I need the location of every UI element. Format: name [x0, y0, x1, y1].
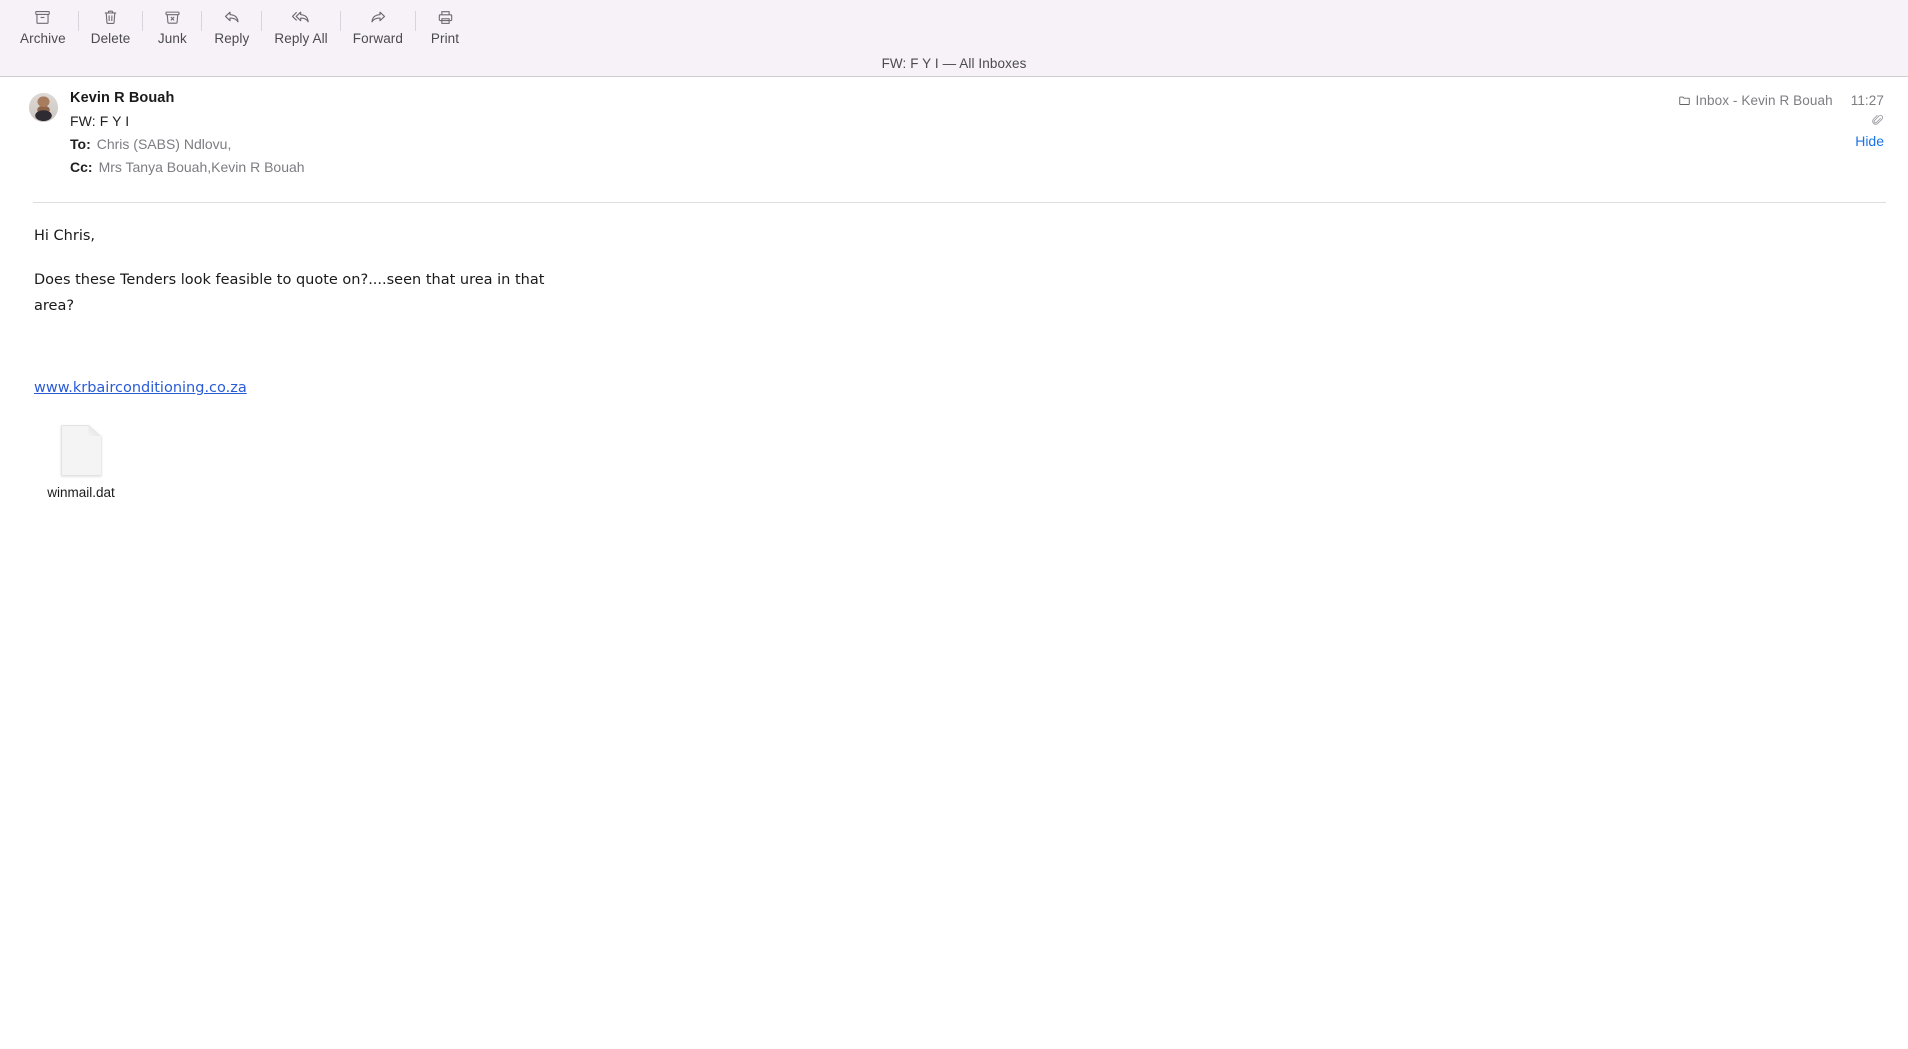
forward-arrow-icon	[368, 6, 388, 28]
message-subject: FW: F Y I	[70, 112, 130, 129]
mailbox-indicator: Inbox - Kevin R Bouah	[1678, 93, 1833, 108]
folder-icon	[1678, 94, 1691, 107]
avatar-photo	[29, 93, 58, 122]
printer-icon	[436, 6, 455, 28]
cc-label: Cc:	[70, 158, 93, 175]
message-header-row: Kevin R Bouah FW: F Y I To: Chris (SABS) …	[0, 91, 1908, 183]
toolbar-actions: Archive Delete Junk Reply Reply All Forw…	[0, 0, 1908, 56]
reply-label: Reply	[214, 31, 250, 46]
window-title: FW: F Y I — All Inboxes	[881, 56, 1027, 71]
header-divider	[33, 201, 1886, 203]
mailbox-and-time: Inbox - Kevin R Bouah 11:27	[1678, 93, 1884, 108]
body-paragraph-line-1: Does these Tenders look feasible to quot…	[34, 271, 545, 288]
print-label: Print	[430, 31, 460, 46]
trash-icon	[101, 6, 120, 28]
mailbox-name: Inbox - Kevin R Bouah	[1695, 93, 1833, 108]
attachment-name: winmail.dat	[47, 484, 115, 500]
body-greeting: Hi Chris,	[34, 227, 96, 244]
reply-all-arrow-icon	[291, 6, 311, 28]
toolbar-separator	[142, 11, 144, 31]
cc-recipient-1[interactable]: Mrs Tanya Bouah,	[99, 159, 212, 175]
paperclip-icon	[1871, 114, 1884, 127]
reply-arrow-icon	[222, 6, 242, 28]
to-recipients[interactable]: Chris (SABS) Ndlovu,	[97, 136, 232, 152]
reply-all-label: Reply All	[274, 31, 328, 46]
document-fold	[88, 424, 102, 437]
toolbar-separator	[77, 11, 79, 31]
junk-button[interactable]: Junk	[149, 0, 195, 46]
toolbar-separator	[201, 11, 203, 31]
forward-button[interactable]: Forward	[347, 0, 409, 46]
reply-button[interactable]: Reply	[208, 0, 255, 46]
message-meta: Inbox - Kevin R Bouah 11:27 Hide	[1678, 93, 1884, 149]
toolbar-separator	[261, 11, 263, 31]
junk-icon	[163, 6, 182, 28]
message-view: Kevin R Bouah FW: F Y I To: Chris (SABS) …	[0, 77, 1908, 500]
toolbar-separator	[339, 11, 341, 31]
website-link[interactable]: www.krbairconditioning.co.za	[34, 379, 247, 398]
junk-label: Junk	[157, 31, 187, 46]
generic-document-icon	[60, 424, 102, 476]
cc-recipient-2[interactable]: Kevin R Bouah	[211, 159, 304, 175]
attachment-list: winmail.dat	[0, 399, 1908, 500]
message-time: 11:27	[1850, 93, 1884, 108]
message-header-text: Kevin R Bouah FW: F Y I To: Chris (SABS) …	[70, 91, 305, 183]
message-body: Hi Chris, Does these Tenders look feasib…	[0, 203, 1908, 399]
to-row: To: Chris (SABS) Ndlovu,	[70, 137, 305, 151]
reply-all-button[interactable]: Reply All	[268, 0, 333, 46]
cc-row: Cc: Mrs Tanya Bouah,Kevin R Bouah	[70, 160, 305, 174]
archive-icon	[33, 6, 52, 28]
attachment-indicator	[1678, 114, 1884, 127]
hide-details-link[interactable]: Hide	[1678, 133, 1884, 149]
print-button[interactable]: Print	[422, 0, 468, 46]
toolbar-separator	[415, 11, 417, 31]
sender-name: Kevin R Bouah	[70, 90, 175, 106]
mail-toolbar: Archive Delete Junk Reply Reply All Forw…	[0, 0, 1908, 77]
avatar	[29, 93, 58, 122]
body-paragraph-line-2: area?	[34, 298, 75, 315]
delete-label: Delete	[90, 31, 131, 46]
body-gap	[34, 323, 1908, 379]
attachment-item[interactable]: winmail.dat	[38, 424, 124, 500]
delete-button[interactable]: Delete	[85, 0, 137, 46]
archive-label: Archive	[20, 31, 66, 46]
message-header: Kevin R Bouah FW: F Y I To: Chris (SABS) …	[0, 77, 1908, 203]
archive-button[interactable]: Archive	[14, 0, 72, 46]
to-label: To:	[70, 135, 91, 152]
forward-label: Forward	[352, 31, 404, 46]
